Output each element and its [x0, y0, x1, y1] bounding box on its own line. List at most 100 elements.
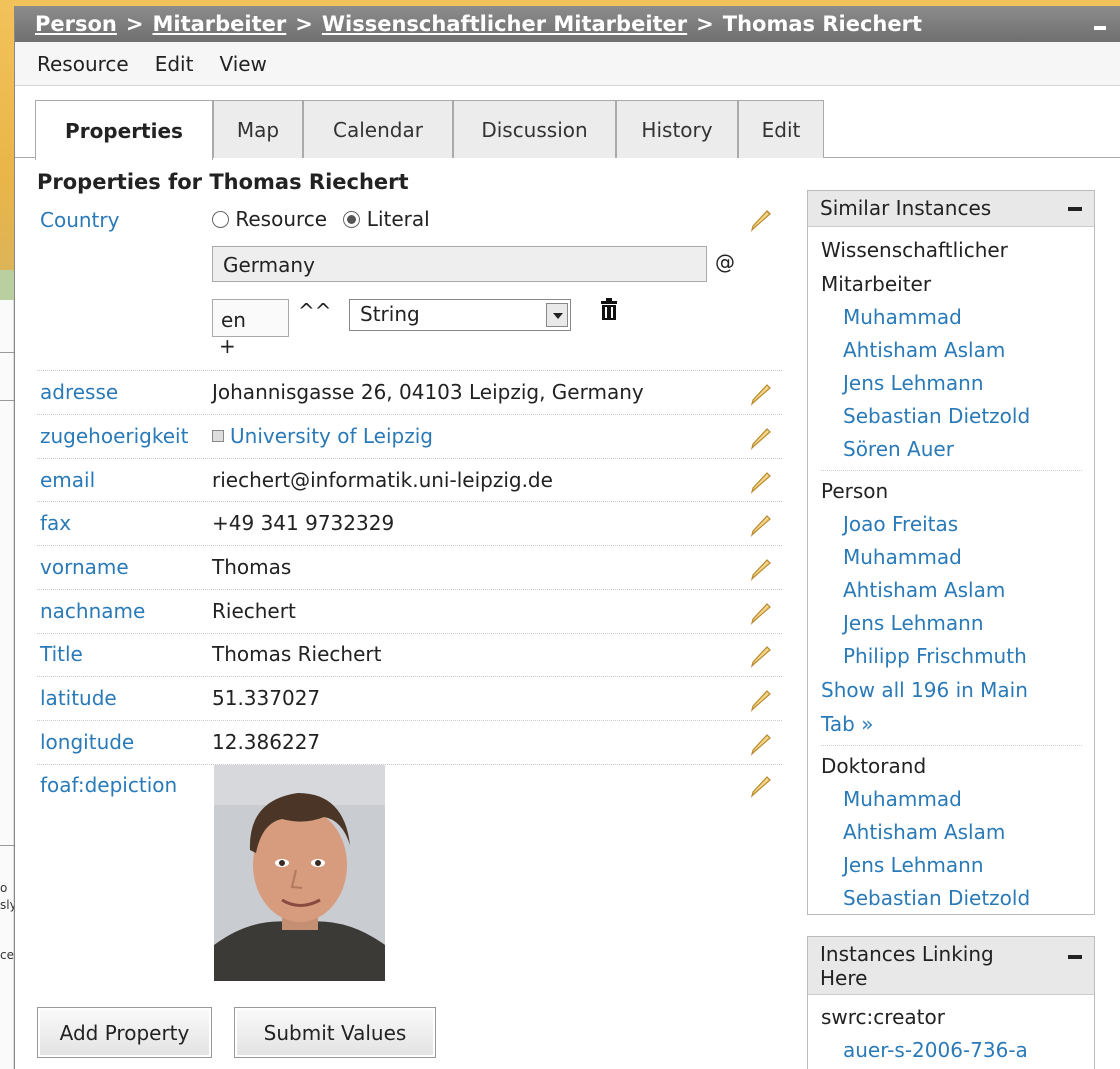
language-input[interactable]: en — [212, 299, 289, 337]
pencil-icon[interactable] — [748, 424, 774, 450]
similar-instances-panel: Similar Instances Wissenschaftlicher Mit… — [807, 190, 1095, 915]
property-label-fax[interactable]: fax — [40, 511, 71, 535]
similar-instance-link[interactable]: Sebastian Dietzold — [821, 400, 1094, 433]
similar-instance-link[interactable]: Muhammad — [821, 783, 1094, 816]
similar-instance-link[interactable]: Jens Lehmann — [821, 607, 1094, 640]
submit-values-button[interactable]: Submit Values — [234, 1007, 436, 1058]
row-divider — [37, 589, 782, 590]
resource-icon — [212, 430, 224, 442]
tab-content: Properties for Thomas Riechert Country R… — [15, 158, 1120, 1069]
menubar: Resource Edit View — [15, 42, 1120, 86]
breadcrumb: Person > Mitarbeiter > Wissenschaftliche… — [15, 6, 1120, 42]
pencil-icon[interactable] — [748, 380, 774, 406]
breadcrumb-item-person[interactable]: Person — [35, 12, 117, 36]
background-text: sly — [0, 898, 14, 912]
similar-instance-link[interactable]: Muhammad — [821, 541, 1094, 574]
radio-resource[interactable] — [212, 211, 229, 228]
breadcrumb-separator: > — [295, 12, 313, 36]
similar-instance-link[interactable]: Jens Lehmann — [821, 367, 1094, 400]
trash-icon[interactable] — [598, 298, 620, 322]
pencil-icon[interactable] — [748, 206, 774, 232]
background-rule — [0, 400, 14, 401]
radio-literal[interactable] — [343, 211, 361, 228]
chevron-down-icon[interactable] — [546, 303, 568, 327]
property-label-country[interactable]: Country — [40, 208, 119, 232]
menu-resource[interactable]: Resource — [37, 52, 129, 76]
tab-history[interactable]: History — [616, 100, 738, 158]
resource-window: Person > Mitarbeiter > Wissenschaftliche… — [14, 6, 1120, 1069]
object-type-radios: Resource Literal — [212, 207, 430, 231]
similar-instance-link[interactable]: Sören Auer — [821, 433, 1094, 466]
instances-linking-title: Instances Linking Here — [808, 937, 1094, 995]
page-title: Properties for Thomas Riechert — [37, 170, 409, 194]
pencil-icon[interactable] — [748, 555, 774, 581]
tab-bar: Properties Map Calendar Discussion Histo… — [15, 98, 1120, 160]
tab-edit[interactable]: Edit — [738, 100, 824, 158]
property-label-zugehoerigkeit[interactable]: zugehoerigkeit — [40, 424, 188, 448]
add-value-icon[interactable]: + — [219, 334, 236, 358]
group-wissenschaftlicher-mitarbeiter: Wissenschaftlicher Mitarbeiter — [821, 238, 1008, 296]
pencil-icon[interactable] — [748, 599, 774, 625]
property-label-longitude[interactable]: longitude — [40, 730, 134, 754]
add-property-button[interactable]: Add Property — [37, 1007, 212, 1058]
row-divider — [37, 720, 782, 721]
breadcrumb-item-mitarbeiter[interactable]: Mitarbeiter — [152, 12, 286, 36]
breadcrumb-separator: > — [696, 12, 714, 36]
radio-resource-label: Resource — [235, 207, 328, 231]
tab-properties[interactable]: Properties — [35, 100, 213, 160]
background-rule — [0, 352, 14, 353]
window-minimize-icon[interactable] — [1094, 26, 1106, 30]
similar-instance-link[interactable]: Sebastian Dietzold — [821, 882, 1094, 915]
depiction-photo[interactable] — [214, 765, 385, 981]
property-label-email[interactable]: email — [40, 468, 95, 492]
link-university-of-leipzig[interactable]: University of Leipzig — [230, 424, 433, 448]
pencil-icon[interactable] — [748, 686, 774, 712]
row-divider — [37, 414, 782, 415]
property-label-nachname[interactable]: nachname — [40, 599, 145, 623]
property-label-title[interactable]: Title — [40, 642, 83, 666]
similar-instance-link[interactable]: Philipp Frischmuth — [821, 640, 1094, 673]
similar-instance-link[interactable]: Jens Lehmann — [821, 849, 1094, 882]
pencil-icon[interactable] — [748, 642, 774, 668]
background-text: ce — [0, 948, 14, 962]
tab-discussion[interactable]: Discussion — [453, 100, 616, 158]
property-label-latitude[interactable]: latitude — [40, 686, 117, 710]
instances-linking-heading: Instances Linking Here — [820, 942, 994, 990]
property-value-latitude: 51.337027 — [212, 686, 321, 710]
property-label-foaf-depiction[interactable]: foaf:depiction — [40, 773, 177, 797]
row-divider — [37, 458, 782, 459]
datatype-select[interactable]: String — [349, 299, 571, 331]
property-label-vorname[interactable]: vorname — [40, 555, 129, 579]
menu-edit[interactable]: Edit — [155, 52, 194, 76]
row-divider — [37, 501, 782, 502]
row-divider — [37, 370, 782, 371]
breadcrumb-item-wissenschaftlicher-mitarbeiter[interactable]: Wissenschaftlicher Mitarbeiter — [322, 12, 687, 36]
pencil-icon[interactable] — [748, 511, 774, 537]
row-divider — [37, 545, 782, 546]
similar-instance-link[interactable]: Ahtisham Aslam — [821, 574, 1094, 607]
row-divider — [37, 676, 782, 677]
panel-minimize-icon[interactable] — [1068, 955, 1082, 959]
literal-value-input[interactable]: Germany — [212, 246, 707, 282]
property-value-adresse: Johannisgasse 26, 04103 Leipzig, Germany — [212, 380, 644, 404]
property-value-longitude: 12.386227 — [212, 730, 321, 754]
menu-view[interactable]: View — [219, 52, 266, 76]
property-value-nachname: Riechert — [212, 599, 296, 623]
similar-instance-link[interactable]: Ahtisham Aslam — [821, 334, 1094, 367]
tab-calendar[interactable]: Calendar — [303, 100, 453, 158]
pencil-icon[interactable] — [748, 772, 774, 798]
similar-instance-link[interactable]: Joao Freitas — [821, 508, 1094, 541]
linking-instance-link[interactable]: auer-s-2006-736-a — [821, 1034, 1094, 1067]
language-at-sign: @ — [715, 250, 735, 274]
tab-map[interactable]: Map — [213, 100, 303, 158]
similar-instance-link[interactable]: Muhammad — [821, 301, 1094, 334]
pencil-icon[interactable] — [748, 730, 774, 756]
similar-instance-link[interactable]: Ahtisham Aslam — [821, 816, 1094, 849]
breadcrumb-separator: > — [125, 12, 144, 36]
property-label-adresse[interactable]: adresse — [40, 380, 118, 404]
datatype-caret: ^^ — [298, 299, 332, 323]
similar-instances-title: Similar Instances — [808, 191, 1094, 227]
pencil-icon[interactable] — [748, 468, 774, 494]
show-all-link[interactable]: Show all 196 in Main Tab » — [821, 673, 1061, 741]
panel-minimize-icon[interactable] — [1068, 207, 1082, 211]
